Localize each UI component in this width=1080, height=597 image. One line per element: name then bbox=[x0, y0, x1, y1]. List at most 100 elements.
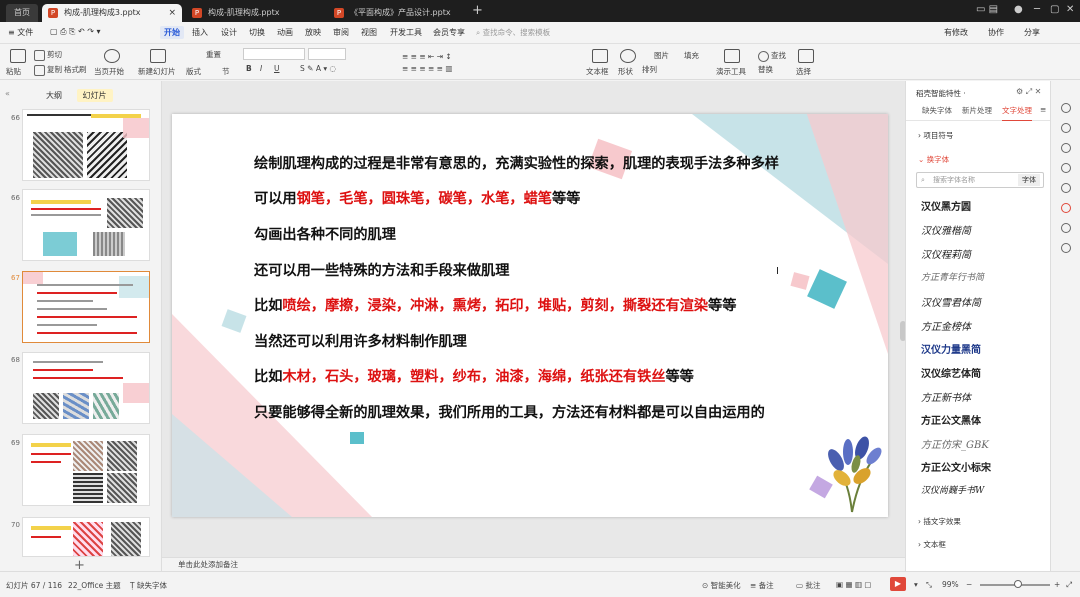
font-item[interactable]: 汉仪雪君体简 bbox=[921, 294, 981, 309]
view-mode-icons[interactable]: ▣ ▦ ▥ ▢ bbox=[836, 580, 872, 589]
paste-button[interactable]: 粘贴 bbox=[6, 66, 21, 77]
zoom-out-button[interactable]: − bbox=[966, 580, 972, 589]
share-button[interactable]: 分享 bbox=[1024, 27, 1040, 38]
adjust-icon[interactable] bbox=[1061, 123, 1071, 133]
font-item[interactable]: 汉仪综艺体简 bbox=[921, 365, 981, 380]
menu-item-dev-tools[interactable]: 开发工具 bbox=[390, 27, 422, 38]
play-slideshow-button[interactable]: ▶ bbox=[890, 577, 906, 591]
new-slide-icon[interactable] bbox=[150, 49, 166, 63]
menu-item-design[interactable]: 设计 bbox=[221, 27, 237, 38]
font-item[interactable]: 方正公文小标宋 bbox=[921, 459, 991, 474]
quick-access-icons[interactable]: ▢ ⎙ ⎘ ↶ ↷ ▾ bbox=[50, 27, 101, 37]
layout-button[interactable]: 版式 bbox=[186, 66, 201, 77]
zoom-slider[interactable] bbox=[980, 580, 1050, 588]
align-icons[interactable]: ≡ ≡ ≡ ≡ ≡ ▥ bbox=[402, 64, 452, 73]
shape-tool-icon[interactable] bbox=[1061, 183, 1071, 193]
tab-text-processing[interactable]: 文字处理 bbox=[1002, 105, 1032, 121]
font-item[interactable]: 方正青年行书简 bbox=[921, 270, 984, 283]
menu-item-member[interactable]: 会员专享 bbox=[433, 27, 465, 38]
section-text-box[interactable]: › 文本框 bbox=[918, 539, 946, 550]
menu-item-animation[interactable]: 动画 bbox=[277, 27, 293, 38]
presentation-tools-icon[interactable] bbox=[724, 49, 740, 63]
fit-icon[interactable]: ⤡ bbox=[926, 580, 932, 590]
slide-thumbnail[interactable] bbox=[22, 517, 150, 557]
collaborate-button[interactable]: 协作 bbox=[988, 27, 1004, 38]
slide-thumbnail[interactable] bbox=[22, 189, 150, 261]
zoom-slider-handle[interactable] bbox=[1014, 580, 1022, 588]
font-search-button[interactable]: 字体 bbox=[1018, 174, 1040, 186]
replace-button[interactable]: 替换 bbox=[758, 64, 773, 75]
reset-button[interactable]: 重置 bbox=[206, 49, 221, 60]
slide-thumbnail[interactable] bbox=[22, 434, 150, 506]
italic-button[interactable]: I bbox=[260, 64, 262, 73]
avatar[interactable]: ● bbox=[1014, 4, 1023, 15]
font-item[interactable]: 汉仪程莉简 bbox=[921, 246, 971, 261]
picture-button[interactable]: 图片 bbox=[654, 50, 669, 61]
section-replace-font[interactable]: ⌄ 换字体 bbox=[918, 154, 949, 165]
text-box-button[interactable]: 文本框 bbox=[586, 66, 609, 77]
shape-icon[interactable] bbox=[620, 49, 636, 63]
text-processing-icon[interactable] bbox=[1061, 203, 1071, 213]
font-item[interactable]: 方正仿宋_GBK bbox=[921, 436, 989, 451]
menu-item-view[interactable]: 视图 bbox=[361, 27, 377, 38]
section-bullets[interactable]: › 项目符号 bbox=[918, 130, 953, 141]
bold-button[interactable]: B bbox=[246, 64, 252, 73]
shape-button[interactable]: 形状 bbox=[618, 66, 633, 77]
menu-item-home[interactable]: 开始 bbox=[160, 26, 184, 39]
start-current-button[interactable]: 当页开始 bbox=[94, 66, 124, 77]
tab-missing-fonts[interactable]: 缺失字体 bbox=[922, 105, 952, 116]
text-format-icons[interactable]: S ✎ A ▾ ◌ bbox=[300, 64, 336, 73]
font-item[interactable]: 汉仪雅楷简 bbox=[921, 222, 971, 237]
new-slide-button[interactable]: 新建幻灯片 bbox=[138, 66, 176, 77]
fill-button[interactable]: 填充 bbox=[684, 50, 699, 61]
minimize-icon[interactable]: ─ bbox=[1034, 4, 1040, 15]
animation-icon[interactable] bbox=[1061, 163, 1071, 173]
changes-button[interactable]: 有修改 bbox=[944, 27, 968, 38]
select-button[interactable]: 选择 bbox=[796, 66, 811, 77]
format-painter-button[interactable]: 格式刷 bbox=[64, 64, 87, 75]
slide-thumbnail[interactable] bbox=[22, 352, 150, 424]
collapse-icon[interactable]: « bbox=[5, 89, 10, 98]
font-item[interactable]: 方正公文黑体 bbox=[921, 412, 981, 427]
missing-font-button[interactable]: Ṭ 缺失字体 bbox=[130, 580, 167, 591]
font-item[interactable]: 方正金榜体 bbox=[921, 318, 971, 333]
play-icon[interactable] bbox=[104, 49, 120, 63]
tab-outline[interactable]: 大纲 bbox=[40, 89, 68, 102]
pin-icon[interactable] bbox=[1061, 103, 1071, 113]
tab-document[interactable]: P 构成-肌理构成.pptx bbox=[186, 4, 324, 22]
command-search[interactable]: ⌕ 查找命令、搜索模板 bbox=[476, 27, 576, 40]
menu-item-transition[interactable]: 切换 bbox=[249, 27, 265, 38]
font-item[interactable]: 汉仪尚巍手书W bbox=[921, 483, 984, 496]
layout-icon[interactable]: ▭ ▤ bbox=[976, 4, 998, 15]
presentation-tools-button[interactable]: 演示工具 bbox=[716, 66, 746, 77]
font-item[interactable]: 方正新书体 bbox=[921, 389, 971, 404]
close-window-icon[interactable]: ✕ bbox=[1066, 4, 1074, 15]
select-icon[interactable] bbox=[798, 49, 814, 63]
maximize-icon[interactable]: ▢ bbox=[1050, 4, 1059, 15]
tab-slides[interactable]: 幻灯片 bbox=[76, 89, 113, 102]
text-box-icon[interactable] bbox=[592, 49, 608, 63]
slide[interactable]: 绘制肌理构成的过程是非常有意思的，充满实验性的探索，肌理的表现手法多种多样 可以… bbox=[172, 114, 888, 517]
panel-controls-icon[interactable]: ⚙ ⤢ ✕ bbox=[1016, 87, 1041, 97]
new-tab-icon[interactable]: + bbox=[472, 3, 483, 18]
tab-home[interactable]: 首页 bbox=[6, 4, 38, 22]
font-item[interactable]: 汉仪黑方圆 bbox=[921, 198, 971, 213]
find-button[interactable]: 查找 bbox=[758, 50, 786, 62]
smart-beautify-button[interactable]: ⊙ 智能美化 bbox=[702, 580, 741, 591]
close-icon[interactable]: × bbox=[168, 4, 176, 22]
slide-thumbnail[interactable] bbox=[22, 109, 150, 181]
comments-button[interactable]: ▭ 批注 bbox=[796, 580, 820, 591]
copy-button[interactable]: 复制 bbox=[34, 64, 62, 76]
font-family-input[interactable] bbox=[243, 48, 305, 60]
tab-document-active[interactable]: P 构成-肌理构成3.pptx × bbox=[42, 4, 182, 22]
font-item[interactable]: 汉仪力量黑简 bbox=[921, 341, 981, 356]
more-icon[interactable] bbox=[1061, 243, 1071, 253]
slide-thumbnail-selected[interactable] bbox=[22, 271, 150, 343]
paste-icon[interactable] bbox=[10, 49, 26, 63]
section-button[interactable]: 节 bbox=[222, 66, 230, 77]
menu-item-review[interactable]: 审阅 bbox=[333, 27, 349, 38]
arrange-button[interactable]: 排列 bbox=[642, 64, 657, 75]
tab-document[interactable]: P 《平面构成》产品设计.pptx bbox=[328, 4, 468, 22]
file-menu[interactable]: ≡ 文件 bbox=[8, 27, 33, 38]
zoom-in-button[interactable]: + bbox=[1054, 580, 1060, 589]
